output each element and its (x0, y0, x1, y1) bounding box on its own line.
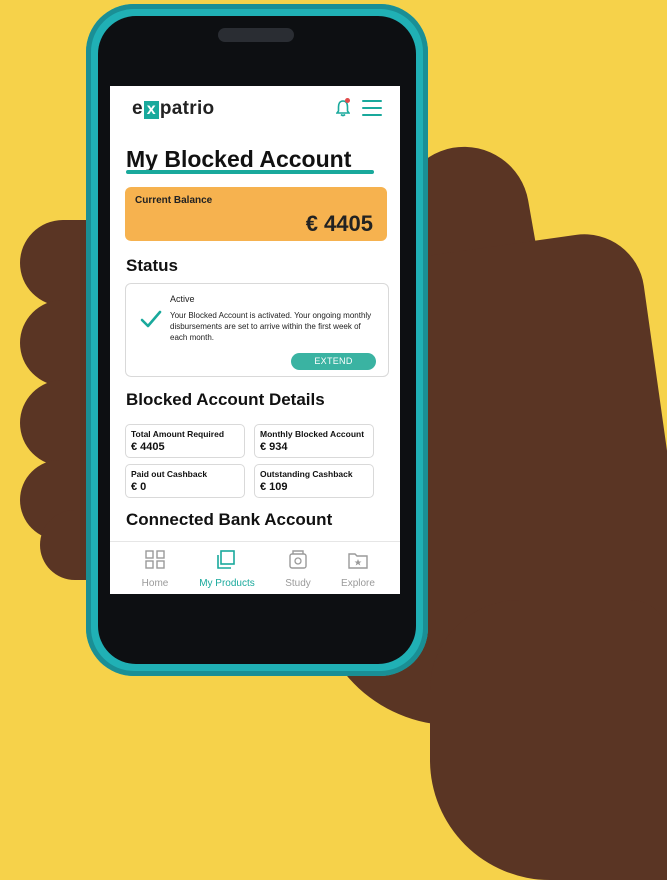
detail-label: Outstanding Cashback (260, 469, 353, 479)
layers-icon (217, 550, 235, 569)
page-title: My Blocked Account (126, 146, 352, 172)
detail-outstanding-cashback: Outstanding Cashback € 109 (254, 464, 374, 498)
hamburger-menu-icon[interactable] (362, 100, 382, 116)
title-underline (126, 170, 374, 174)
detail-value: € 109 (260, 481, 288, 493)
logo-prefix: e (132, 98, 143, 119)
extend-button[interactable]: EXTEND (291, 353, 376, 370)
folder-star-icon (348, 553, 368, 569)
detail-value: € 4405 (131, 441, 165, 453)
balance-value: € 4405 (305, 211, 373, 236)
grid-icon (145, 550, 165, 569)
status-description: Your Blocked Account is activated. Your … (170, 311, 372, 342)
nav-my-products[interactable]: My Products (197, 550, 257, 589)
nav-home[interactable]: Home (125, 550, 185, 589)
balance-card: Current Balance € 4405 (125, 187, 387, 241)
nav-label: Study (285, 578, 311, 589)
expatrio-logo[interactable]: e x patrio (132, 98, 214, 120)
detail-paid-cashback: Paid out Cashback € 0 (125, 464, 245, 498)
status-heading: Status (126, 256, 178, 275)
detail-total-required: Total Amount Required € 4405 (125, 424, 245, 458)
nav-explore[interactable]: Explore (328, 550, 388, 589)
detail-value: € 0 (131, 481, 147, 493)
status-card: Active Your Blocked Account is activated… (125, 283, 389, 377)
logo-x: x (143, 101, 159, 119)
study-icon (289, 550, 307, 569)
detail-label: Monthly Blocked Account (260, 429, 365, 439)
connected-bank-heading: Connected Bank Account (126, 510, 333, 529)
detail-value: € 934 (260, 441, 288, 453)
nav-label: Home (141, 578, 169, 589)
detail-monthly-blocked: Monthly Blocked Account € 934 (254, 424, 374, 458)
hand-wrist (430, 600, 667, 880)
nav-label: Explore (341, 578, 375, 589)
notification-dot (345, 98, 350, 103)
detail-label: Paid out Cashback (131, 469, 208, 479)
status-state: Active (170, 294, 195, 304)
detail-label: Total Amount Required (131, 429, 225, 439)
nav-label: My Products (199, 578, 255, 589)
checkmark-icon (140, 310, 162, 328)
bottom-navigation: Home My Products Study Explore (110, 541, 400, 594)
phone-notch (218, 28, 294, 42)
nav-study[interactable]: Study (268, 550, 328, 589)
balance-label: Current Balance (135, 195, 213, 206)
app-header: e x patrio (110, 86, 400, 130)
details-heading: Blocked Account Details (126, 390, 325, 409)
app-screen: e x patrio My Blocked Account Current Bala… (110, 86, 400, 594)
logo-suffix: patrio (159, 98, 215, 119)
